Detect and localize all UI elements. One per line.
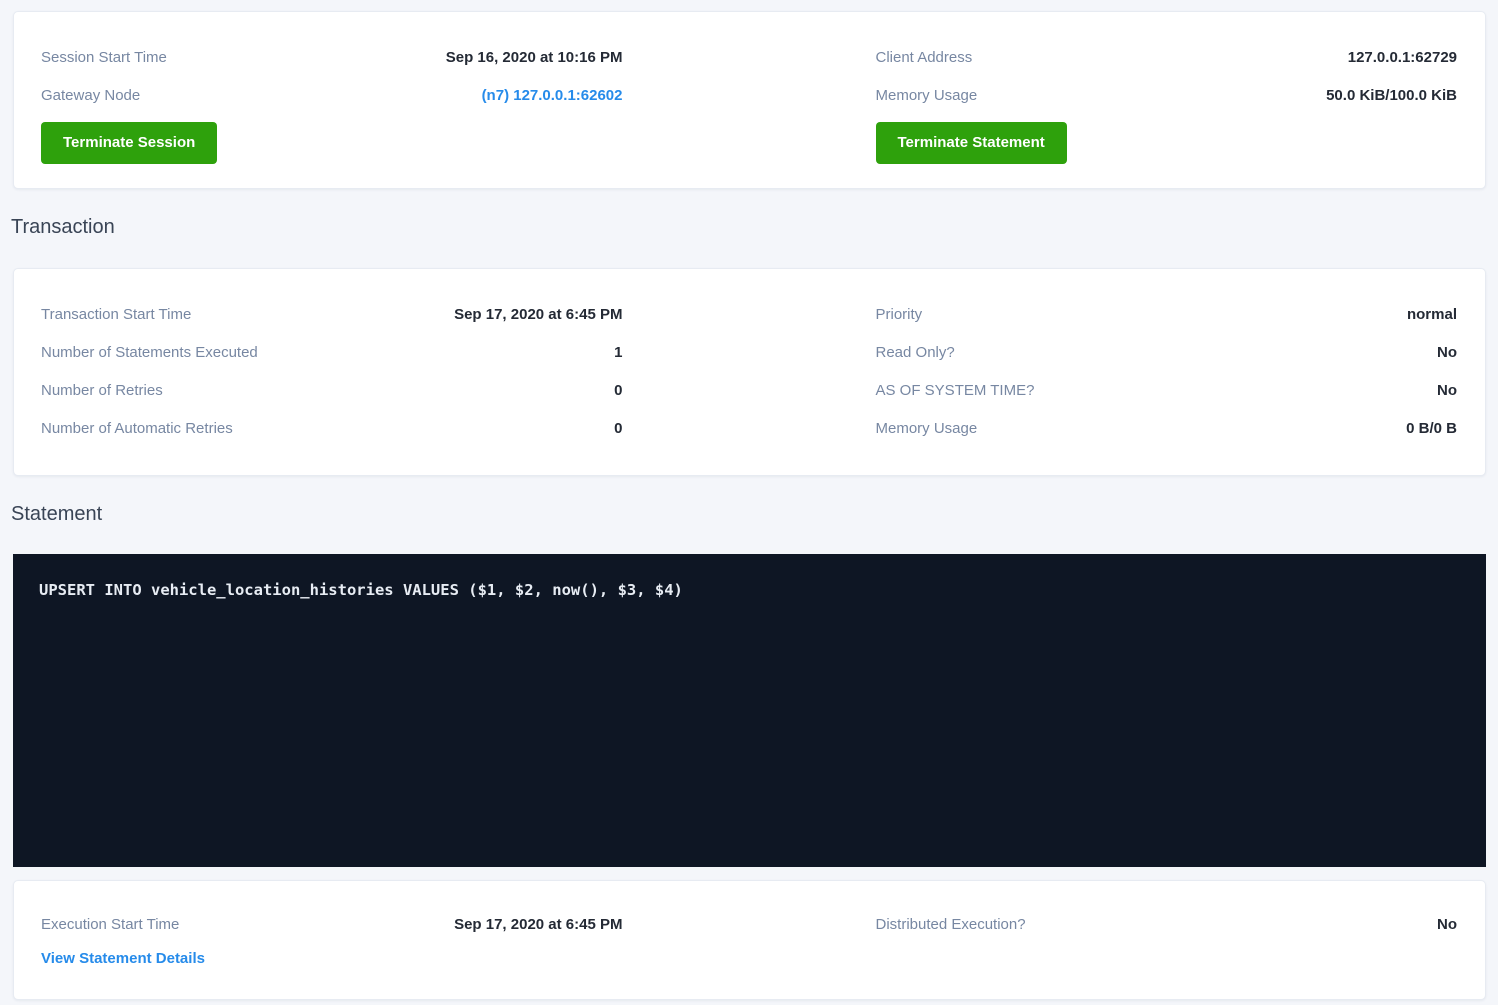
session-card-left-column: Session Start Time Sep 16, 2020 at 10:16… (41, 38, 623, 164)
statements-executed-value: 1 (614, 344, 622, 361)
sql-statement-box: UPSERT INTO vehicle_location_histories V… (13, 554, 1486, 867)
priority-row: Priority normal (876, 295, 1458, 333)
session-summary-card: Session Start Time Sep 16, 2020 at 10:16… (13, 11, 1486, 189)
client-address-label: Client Address (876, 49, 973, 66)
statement-details-card: Execution Start Time Sep 17, 2020 at 6:4… (13, 880, 1486, 1000)
execution-start-time-label: Execution Start Time (41, 916, 179, 933)
execution-start-time-value: Sep 17, 2020 at 6:45 PM (454, 916, 622, 933)
statements-executed-label: Number of Statements Executed (41, 344, 258, 361)
gateway-node-row: Gateway Node (n7) 127.0.0.1:62602 (41, 76, 623, 114)
session-start-time-label: Session Start Time (41, 49, 167, 66)
statement-card-left-column: Execution Start Time Sep 17, 2020 at 6:4… (41, 909, 623, 969)
retries-value: 0 (614, 382, 622, 399)
as-of-system-time-label: AS OF SYSTEM TIME? (876, 382, 1035, 399)
transaction-start-time-row: Transaction Start Time Sep 17, 2020 at 6… (41, 295, 623, 333)
sql-statement-text: UPSERT INTO vehicle_location_histories V… (39, 580, 1460, 600)
execution-start-time-row: Execution Start Time Sep 17, 2020 at 6:4… (41, 909, 623, 939)
gateway-node-label: Gateway Node (41, 87, 140, 104)
distributed-execution-label: Distributed Execution? (876, 916, 1026, 933)
transaction-section-title: Transaction (11, 213, 1498, 241)
statement-card-right-column: Distributed Execution? No (876, 909, 1458, 969)
transaction-memory-usage-row: Memory Usage 0 B/0 B (876, 409, 1458, 447)
as-of-system-time-value: No (1437, 382, 1457, 399)
read-only-label: Read Only? (876, 344, 955, 361)
distributed-execution-value: No (1437, 916, 1457, 933)
transaction-card: Transaction Start Time Sep 17, 2020 at 6… (13, 268, 1486, 476)
session-card-right-column: Client Address 127.0.0.1:62729 Memory Us… (876, 38, 1458, 164)
statement-section-title: Statement (11, 500, 1498, 528)
as-of-system-time-row: AS OF SYSTEM TIME? No (876, 371, 1458, 409)
transaction-memory-usage-label: Memory Usage (876, 420, 978, 437)
session-memory-usage-row: Memory Usage 50.0 KiB/100.0 KiB (876, 76, 1458, 114)
automatic-retries-label: Number of Automatic Retries (41, 420, 233, 437)
transaction-start-time-value: Sep 17, 2020 at 6:45 PM (454, 306, 622, 323)
priority-label: Priority (876, 306, 923, 323)
terminate-session-button[interactable]: Terminate Session (41, 122, 217, 164)
automatic-retries-row: Number of Automatic Retries 0 (41, 409, 623, 447)
gateway-node-link[interactable]: (n7) 127.0.0.1:62602 (482, 87, 623, 104)
automatic-retries-value: 0 (614, 420, 622, 437)
session-start-time-row: Session Start Time Sep 16, 2020 at 10:16… (41, 38, 623, 76)
retries-label: Number of Retries (41, 382, 163, 399)
session-memory-usage-value: 50.0 KiB/100.0 KiB (1326, 87, 1457, 104)
transaction-memory-usage-value: 0 B/0 B (1406, 420, 1457, 437)
distributed-execution-row: Distributed Execution? No (876, 909, 1458, 939)
statements-executed-row: Number of Statements Executed 1 (41, 333, 623, 371)
client-address-value: 127.0.0.1:62729 (1348, 49, 1457, 66)
terminate-statement-button[interactable]: Terminate Statement (876, 122, 1067, 164)
read-only-row: Read Only? No (876, 333, 1458, 371)
session-start-time-value: Sep 16, 2020 at 10:16 PM (446, 49, 623, 66)
retries-row: Number of Retries 0 (41, 371, 623, 409)
session-memory-usage-label: Memory Usage (876, 87, 978, 104)
transaction-card-right-column: Priority normal Read Only? No AS OF SYST… (876, 295, 1458, 447)
priority-value: normal (1407, 306, 1457, 323)
client-address-row: Client Address 127.0.0.1:62729 (876, 38, 1458, 76)
session-details-page: Session Start Time Sep 16, 2020 at 10:16… (0, 0, 1498, 1005)
read-only-value: No (1437, 344, 1457, 361)
transaction-start-time-label: Transaction Start Time (41, 306, 191, 323)
transaction-card-left-column: Transaction Start Time Sep 17, 2020 at 6… (41, 295, 623, 447)
view-statement-details-link[interactable]: View Statement Details (41, 949, 205, 969)
